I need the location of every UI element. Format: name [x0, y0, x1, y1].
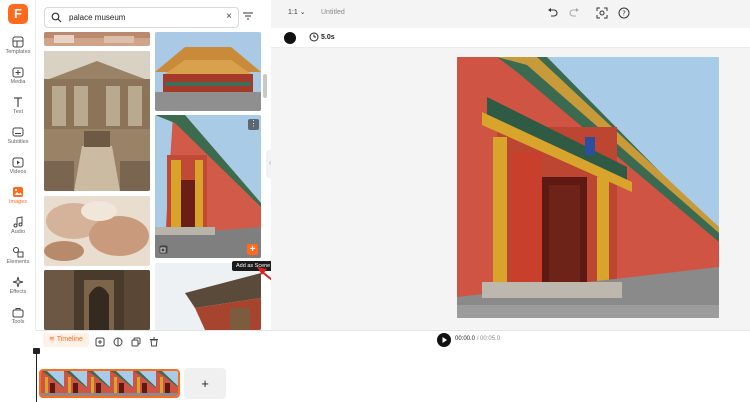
image-thumbnail-selected[interactable]: ⋮ +: [155, 115, 261, 258]
sidebar-item-videos[interactable]: Videos: [0, 156, 36, 184]
clear-search-icon[interactable]: ×: [226, 11, 232, 22]
timeline-tab-label: Timeline: [56, 336, 83, 343]
play-button[interactable]: [437, 333, 451, 347]
image-thumbnail[interactable]: [155, 32, 261, 111]
play-icon: [442, 337, 447, 343]
sidebar-item-subtitles[interactable]: Subtitles: [0, 126, 36, 154]
image-thumbnail[interactable]: [44, 196, 150, 266]
scene-toolbar: 5.0s: [271, 28, 750, 48]
clock-icon: [309, 32, 319, 42]
templates-icon: [12, 36, 24, 48]
elements-icon: [13, 247, 24, 258]
current-time: 00:00.0: [455, 336, 476, 342]
sidebar-item-label: Tools: [11, 319, 25, 325]
preview-canvas: [271, 48, 750, 330]
preview-icon[interactable]: [159, 245, 168, 254]
images-panel: palace museum × ⋮ +: [36, 0, 270, 330]
text-icon: [14, 97, 22, 107]
sidebar-item-label: Subtitles: [7, 139, 29, 145]
image-thumbnail[interactable]: [44, 32, 150, 46]
timeline-track: +: [33, 348, 750, 402]
filter-icon[interactable]: [242, 10, 254, 22]
images-icon: [13, 187, 23, 197]
timeline-tab[interactable]: ≋ Timeline: [43, 333, 89, 347]
chevron-down-icon: ⌄: [299, 9, 306, 16]
image-thumbnail[interactable]: [44, 51, 150, 191]
total-time: 00:05.0: [480, 336, 501, 342]
search-box[interactable]: palace museum ×: [44, 7, 239, 28]
timeline-icon: ≋: [49, 336, 55, 343]
media-icon: [12, 67, 24, 78]
image-thumbnail[interactable]: [155, 263, 261, 330]
playback-time: 00:00.0 / 00:05.0: [455, 336, 500, 342]
tools-icon: [12, 308, 24, 318]
top-toolbar: 1:1 ⌄ Untitled ?: [271, 0, 750, 28]
sidebar-item-text[interactable]: Text: [0, 96, 36, 124]
add-as-scene-button[interactable]: +: [247, 244, 258, 255]
sidebar-item-label: Elements: [6, 259, 30, 265]
sidebar-item-elements[interactable]: Elements: [0, 246, 36, 274]
subtitles-icon: [12, 127, 24, 137]
screenshot-icon[interactable]: [596, 7, 608, 19]
sidebar-item-audio[interactable]: Audio: [0, 216, 36, 244]
scene-duration[interactable]: 5.0s: [321, 34, 335, 41]
editor-app: F Templates Media Text Subtitles Videos …: [0, 0, 750, 402]
sidebar-item-label: Media: [10, 79, 26, 85]
canvas-image[interactable]: [457, 57, 719, 318]
help-icon[interactable]: ?: [618, 7, 630, 19]
audio-icon: [13, 216, 23, 228]
sidebar-item-effects[interactable]: Effects: [0, 276, 36, 304]
background-color-picker[interactable]: [284, 32, 296, 44]
add-clip-button[interactable]: +: [184, 368, 226, 399]
aspect-ratio-value: 1:1: [288, 9, 298, 16]
redo-icon[interactable]: [569, 7, 580, 18]
image-thumbnail[interactable]: [44, 270, 150, 330]
sidebar-item-images[interactable]: Images: [0, 186, 36, 214]
sidebar-item-templates[interactable]: Templates: [0, 36, 36, 64]
playhead[interactable]: [33, 348, 40, 402]
clip-filmstrip: [41, 371, 178, 396]
search-icon: [51, 12, 62, 23]
sidebar-item-label: Videos: [9, 169, 27, 175]
sidebar-item-media[interactable]: Media: [0, 66, 36, 94]
app-logo[interactable]: F: [8, 4, 28, 24]
svg-text:?: ?: [622, 10, 626, 18]
sidebar-item-label: Audio: [10, 229, 26, 235]
aspect-ratio-selector[interactable]: 1:1 ⌄: [288, 8, 306, 16]
sidebar-item-tools[interactable]: Tools: [0, 306, 36, 334]
sidebar-item-label: Images: [8, 199, 28, 205]
videos-icon: [12, 157, 24, 168]
undo-icon[interactable]: [547, 7, 558, 18]
sidebar-item-label: Effects: [9, 289, 27, 295]
project-title[interactable]: Untitled: [321, 9, 345, 16]
effects-icon: [12, 276, 24, 288]
search-input[interactable]: palace museum: [69, 13, 125, 22]
sidebar-item-label: Templates: [5, 49, 31, 55]
scene-clip[interactable]: [39, 369, 180, 398]
panel-scrollbar[interactable]: [263, 74, 267, 98]
more-options-icon[interactable]: ⋮: [248, 119, 259, 130]
sidebar-item-label: Text: [12, 109, 24, 115]
left-nav-rail: F Templates Media Text Subtitles Videos …: [0, 0, 36, 330]
timeline-toolbar: ≋ Timeline 00:00.0 / 00:05.0: [36, 330, 750, 348]
